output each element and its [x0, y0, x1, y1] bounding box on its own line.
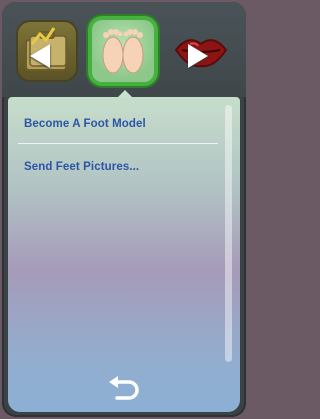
feet-icon — [102, 29, 144, 74]
divider — [18, 143, 218, 144]
menu-item-send-feet-pictures[interactable]: Send Feet Pictures... — [24, 161, 139, 173]
scrollbar[interactable] — [225, 105, 232, 362]
back-arrow-icon — [109, 376, 139, 400]
next-category-arrow-icon[interactable] — [188, 44, 208, 68]
interaction-list: Become A Foot Model Send Feet Pictures..… — [8, 97, 240, 412]
back-button[interactable] — [104, 374, 144, 404]
selection-pointer — [118, 90, 132, 97]
category-bar — [2, 2, 246, 97]
category-feet[interactable] — [88, 16, 158, 86]
pie-menu-panel: Become A Foot Model Send Feet Pictures..… — [2, 2, 246, 417]
menu-item-become-foot-model[interactable]: Become A Foot Model — [24, 118, 146, 130]
previous-category-arrow-icon[interactable] — [30, 44, 50, 68]
